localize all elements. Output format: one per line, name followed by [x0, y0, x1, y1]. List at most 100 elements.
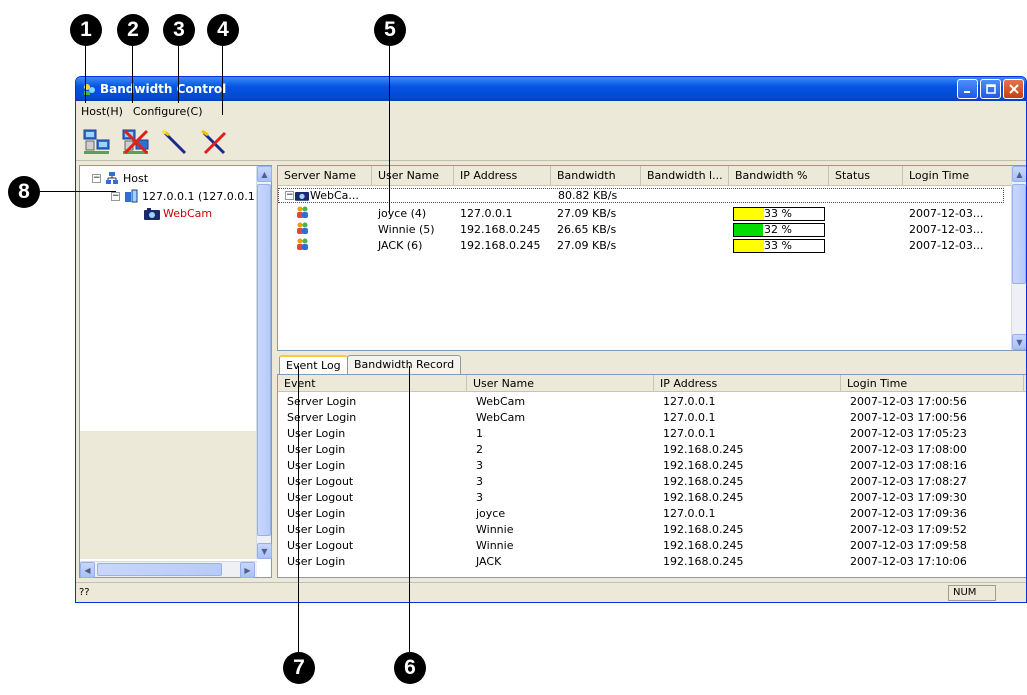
column-bandwidth-limit[interactable]: Bandwidth l...	[641, 166, 729, 186]
table-row[interactable]: User Logout 3 192.168.0.245 2007-12-03 17:0…	[278, 489, 1026, 505]
callout-line-5	[389, 46, 390, 214]
column-user-name[interactable]: User Name	[372, 166, 454, 186]
log-event: User Logout	[287, 538, 354, 552]
title-bar[interactable]: Bandwidth Control	[76, 77, 1026, 101]
tab-event-log[interactable]: Event Log	[279, 355, 348, 376]
wand-icon	[162, 129, 187, 154]
collapse-icon[interactable]: −	[285, 191, 294, 200]
close-button[interactable]	[1003, 79, 1024, 99]
callout-line-7	[298, 366, 299, 652]
table-row[interactable]: User Logout 3 192.168.0.245 2007-12-03 17:0…	[278, 473, 1026, 489]
column-bandwidth[interactable]: Bandwidth	[551, 166, 641, 186]
column-ip-address[interactable]: IP Address	[654, 375, 841, 392]
log-login-time: 2007-12-03 17:08:27	[850, 474, 967, 488]
list-vertical-scrollbar[interactable]: ▲ ▼	[1011, 166, 1026, 350]
table-row[interactable]: Server Login WebCam 127.0.0.1 2007-12-03 17…	[278, 393, 1026, 409]
log-user-name: Winnie	[476, 538, 514, 552]
log-ip-address: 127.0.0.1	[663, 394, 716, 408]
add-server-button[interactable]	[80, 125, 114, 159]
table-row[interactable]: User Login 2 192.168.0.245 2007-12-03 17:08…	[278, 441, 1026, 457]
server-group-row[interactable]: − WebCa... 80.82 KB/s	[278, 188, 1004, 203]
tree-label-server: 127.0.0.1 (127.0.0.1	[142, 189, 255, 203]
column-user-name[interactable]: User Name	[467, 375, 654, 392]
log-ip-address: 192.168.0.245	[663, 474, 744, 488]
close-icon	[1008, 84, 1019, 94]
maximize-icon	[985, 84, 996, 94]
remove-server-button[interactable]	[119, 125, 153, 159]
column-login-time[interactable]: Login Time	[841, 375, 1024, 392]
log-user-name: 3	[476, 490, 483, 504]
column-status[interactable]: Status	[829, 166, 903, 186]
table-row[interactable]: Server Login WebCam 127.0.0.1 2007-12-03 17…	[278, 409, 1026, 425]
remove-bandwidth-rule-button[interactable]	[197, 125, 231, 159]
scroll-right-arrow-icon[interactable]: ▶	[240, 562, 255, 578]
tab-bandwidth-record[interactable]: Bandwidth Record	[347, 355, 462, 375]
menu-bar: Host(H) Configure(C)	[76, 101, 1026, 121]
maximize-button[interactable]	[980, 79, 1001, 99]
column-ip-address[interactable]: IP Address	[454, 166, 551, 186]
remove-server-icon	[122, 129, 149, 154]
row-ip: 127.0.0.1	[460, 207, 513, 220]
event-log-list[interactable]: Event User Name IP Address Login Time Se…	[277, 374, 1026, 578]
row-bandwidth: 27.09 KB/s	[557, 239, 617, 252]
log-event: Server Login	[287, 394, 357, 408]
add-bandwidth-rule-button[interactable]	[158, 125, 192, 159]
app-window: Bandwidth Control Host(H) Configure(C) −…	[75, 76, 1027, 603]
table-row[interactable]: User Login joyce 127.0.0.1 2007-12-03 17:09…	[278, 505, 1026, 521]
log-tabs: Event Log Bandwidth Record	[277, 355, 977, 376]
window-title: Bandwidth Control	[100, 82, 227, 96]
tree-horizontal-scrollbar[interactable]: ◀ ▶	[80, 561, 257, 578]
scroll-left-arrow-icon[interactable]: ◀	[80, 562, 95, 578]
table-row[interactable]: Winnie (5) 192.168.0.245 26.65 KB/s 32 %…	[278, 222, 1013, 237]
scroll-up-arrow-icon[interactable]: ▲	[257, 166, 272, 182]
log-login-time: 2007-12-03 17:00:56	[850, 410, 967, 424]
callout-4: 4	[207, 14, 239, 46]
collapse-icon[interactable]: −	[92, 173, 101, 183]
table-row[interactable]: User Logout Winnie 192.168.0.245 2007-12-03…	[278, 537, 1026, 553]
menu-configure[interactable]: Configure(C)	[128, 105, 208, 118]
table-row[interactable]: JACK (6) 192.168.0.245 27.09 KB/s 33 % 2…	[278, 238, 1013, 253]
column-event[interactable]: Event	[278, 375, 467, 392]
log-ip-address: 192.168.0.245	[663, 554, 744, 568]
log-event: User Login	[287, 554, 346, 568]
row-ip: 192.168.0.245	[460, 239, 541, 252]
scroll-down-arrow-icon[interactable]: ▼	[257, 543, 272, 559]
camera-icon	[295, 192, 309, 201]
tree-label-host: Host	[123, 171, 149, 185]
scroll-up-arrow-icon[interactable]: ▲	[1012, 166, 1026, 182]
table-row[interactable]: User Login JACK 192.168.0.245 2007-12-03 17…	[278, 553, 1026, 569]
tree-label-webcam: WebCam	[163, 207, 213, 220]
status-bar: ?? NUM	[76, 582, 1026, 602]
scroll-thumb[interactable]	[257, 184, 271, 536]
column-bandwidth-percent[interactable]: Bandwidth %	[729, 166, 829, 186]
callout-line-6	[409, 366, 410, 652]
host-tree-pane[interactable]: − Host − 127.0.0.1 (127.0.0.1 WebCam ▲ ▼…	[79, 165, 272, 578]
collapse-icon[interactable]: −	[111, 191, 120, 201]
menu-host[interactable]: Host(H)	[76, 105, 128, 118]
log-login-time: 2007-12-03 17:09:36	[850, 506, 967, 520]
tree-node-webcam[interactable]: WebCam	[144, 207, 212, 220]
tree-node-server[interactable]: − 127.0.0.1 (127.0.0.1	[111, 189, 255, 203]
minimize-button[interactable]	[957, 79, 978, 99]
column-server-name[interactable]: Server Name	[278, 166, 372, 186]
scroll-thumb[interactable]	[1012, 184, 1026, 284]
column-login-time[interactable]: Login Time	[903, 166, 1013, 186]
tree-vertical-scrollbar[interactable]: ▲ ▼	[256, 166, 272, 559]
bandwidth-percent-label: 33 %	[764, 206, 792, 220]
log-login-time: 2007-12-03 17:09:52	[850, 522, 967, 536]
log-event: User Login	[287, 458, 346, 472]
camera-icon	[144, 207, 160, 220]
log-ip-address: 192.168.0.245	[663, 490, 744, 504]
table-row[interactable]: User Login Winnie 192.168.0.245 2007-12-03 …	[278, 521, 1026, 537]
tree-node-host[interactable]: − Host	[92, 171, 148, 185]
log-ip-address: 127.0.0.1	[663, 506, 716, 520]
bandwidth-percent-bar: 33 %	[733, 238, 825, 253]
table-row[interactable]: User Login 3 192.168.0.245 2007-12-03 17:08…	[278, 457, 1026, 473]
log-ip-address: 192.168.0.245	[663, 538, 744, 552]
log-event: User Login	[287, 506, 346, 520]
log-user-name: WebCam	[476, 410, 526, 424]
callout-3: 3	[163, 14, 195, 46]
scroll-thumb[interactable]	[97, 563, 222, 576]
scroll-down-arrow-icon[interactable]: ▼	[1012, 334, 1026, 350]
table-row[interactable]: User Login 1 127.0.0.1 2007-12-03 17:05:23	[278, 425, 1026, 441]
